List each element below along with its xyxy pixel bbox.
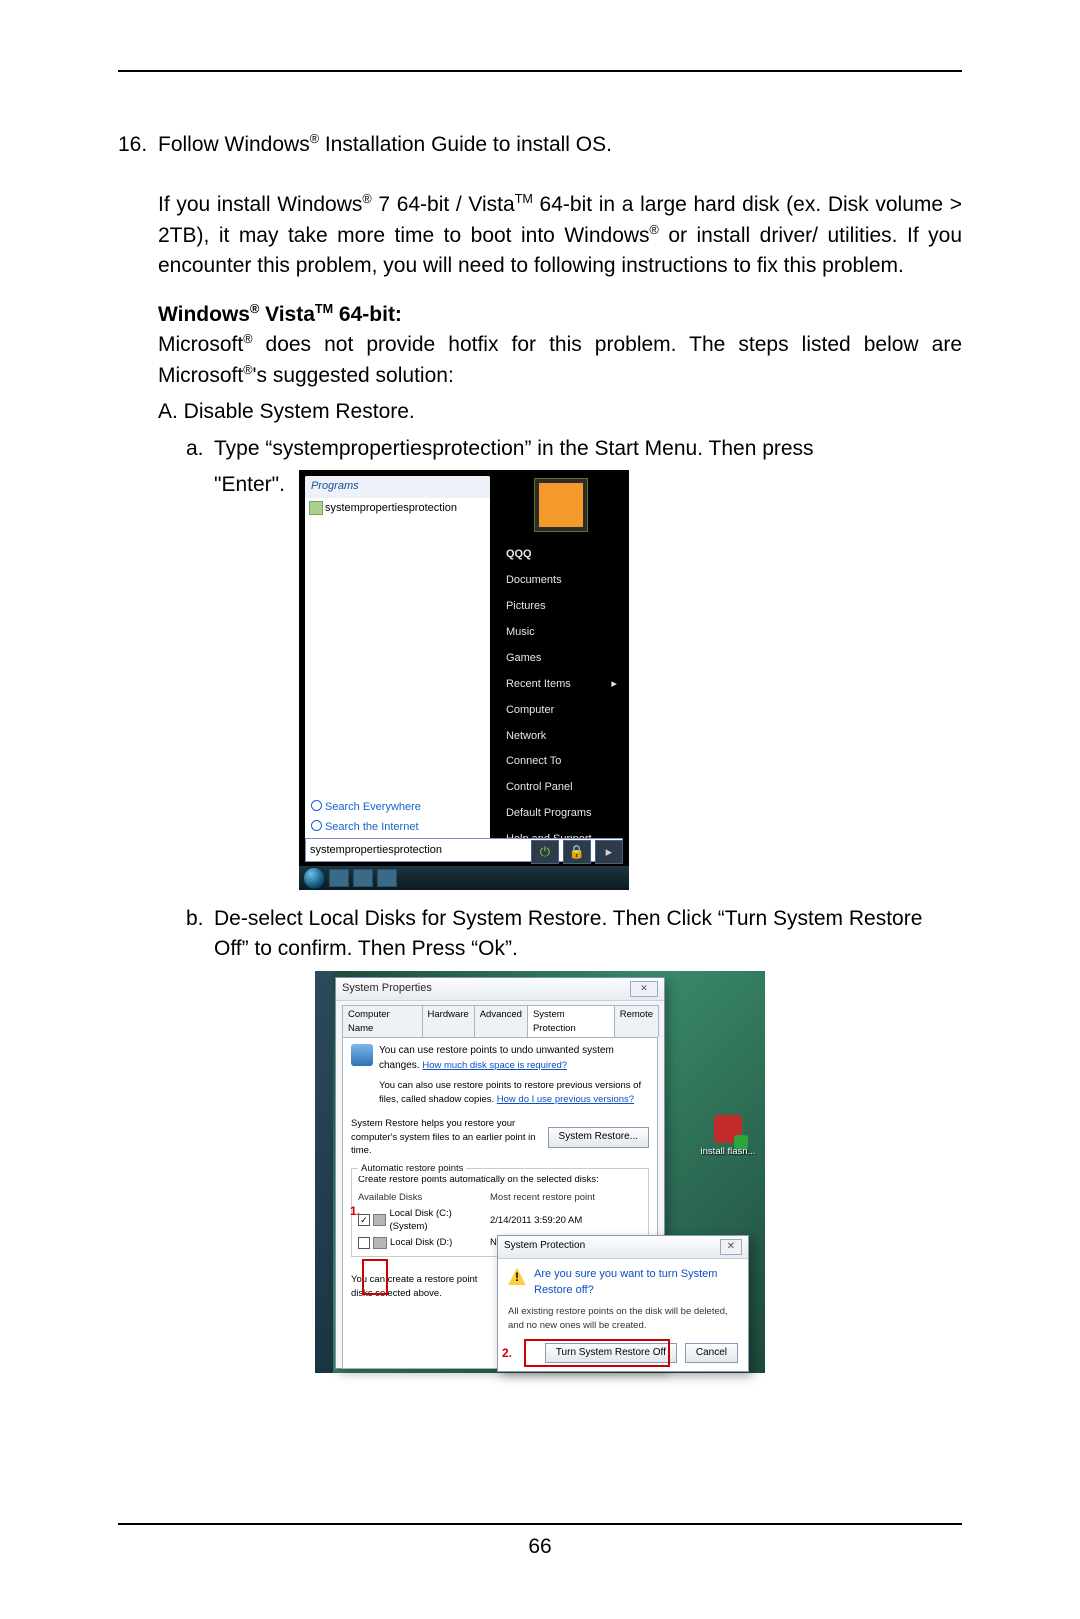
vista-heading: Windows® VistaTM 64-bit: — [158, 300, 962, 330]
user-avatar[interactable] — [534, 478, 588, 532]
lock-button[interactable]: 🔒 — [563, 840, 591, 864]
group-legend: Automatic restore points — [358, 1162, 466, 1176]
menu-pictures[interactable]: Pictures — [500, 594, 623, 620]
system-restore-button[interactable]: System Restore... — [548, 1127, 649, 1148]
step-a-tail-row: "Enter". Programs systempropertiesprotec… — [186, 470, 962, 890]
close-button[interactable]: ✕ — [630, 981, 658, 997]
step-16-text: Follow Windows® Installation Guide to in… — [158, 130, 612, 160]
start-left-column: Programs systempropertiesprotection Sear… — [305, 476, 490, 842]
shield-icon — [309, 501, 323, 515]
taskbar — [299, 866, 629, 890]
confirm-question: Are you sure you want to turn System Res… — [534, 1267, 738, 1299]
step-a-text: Type “systempropertiesprotection” in the… — [214, 434, 962, 464]
tab-advanced[interactable]: Advanced — [474, 1005, 528, 1038]
disk-checkbox[interactable] — [358, 1237, 370, 1249]
menu-documents[interactable]: Documents — [500, 568, 623, 594]
start-orb-icon[interactable] — [303, 867, 325, 889]
top-rule — [118, 70, 962, 72]
tabs: Computer Name Hardware Advanced System P… — [342, 1005, 658, 1038]
search-icon — [311, 800, 322, 811]
disk-icon — [373, 1214, 387, 1226]
close-button[interactable]: ✕ — [720, 1239, 742, 1256]
step-16-number: 16. — [118, 130, 158, 160]
help-link-disk-space[interactable]: How much disk space is required? — [422, 1060, 567, 1071]
chevron-right-icon: ▸ — [611, 677, 617, 693]
callout-2: 2. — [502, 1345, 512, 1362]
power-icon: ⏻ — [540, 843, 550, 862]
menu-connect[interactable]: Connect To — [500, 749, 623, 775]
warning-icon — [508, 1267, 526, 1285]
figure-start-menu: Programs systempropertiesprotection Sear… — [299, 470, 629, 890]
step-16: 16. Follow Windows® Installation Guide t… — [118, 130, 962, 160]
confirm-note: All existing restore points on the disk … — [508, 1305, 738, 1333]
restore-icon — [351, 1044, 373, 1066]
system-properties-window: System Properties ✕ Computer Name Hardwa… — [335, 977, 665, 1369]
vista-body: Microsoft® does not provide hotfix for t… — [158, 330, 962, 391]
chevron-right-icon: ▸ — [606, 843, 613, 862]
step-A: A. Disable System Restore. — [158, 397, 962, 427]
bottom-rule — [118, 1523, 962, 1525]
page-number: 66 — [118, 1535, 962, 1559]
menu-defaultprograms[interactable]: Default Programs — [500, 801, 623, 827]
disk-row: ✓ Local Disk (C:) (System) 2/14/2011 3:5… — [358, 1207, 642, 1235]
enter-word: "Enter". — [214, 470, 285, 500]
taskbar-vertical — [315, 971, 333, 1373]
tab-remote[interactable]: Remote — [614, 1005, 659, 1038]
desktop-shortcut-install[interactable]: install flash... — [697, 1115, 759, 1159]
program-item[interactable]: systempropertiesprotection — [305, 498, 490, 520]
step-a-label: a. — [186, 434, 214, 464]
figure-system-properties: install flash... System Properties ✕ Com… — [315, 971, 765, 1373]
lock-icon: 🔒 — [569, 843, 585, 862]
reg-mark: ® — [310, 132, 319, 146]
search-everywhere[interactable]: Search Everywhere — [311, 798, 484, 818]
taskbar-icon[interactable] — [353, 869, 373, 887]
menu-computer[interactable]: Computer — [500, 698, 623, 724]
cancel-button[interactable]: Cancel — [685, 1343, 738, 1364]
step-b-label: b. — [186, 904, 214, 965]
menu-games[interactable]: Games — [500, 646, 623, 672]
disk-checkbox[interactable]: ✓ — [358, 1214, 370, 1226]
disk-header: Available Disks Most recent restore poin… — [358, 1191, 642, 1205]
step-a: a. Type “systempropertiesprotection” in … — [186, 434, 962, 464]
tab-computer-name[interactable]: Computer Name — [342, 1005, 423, 1038]
confirm-titlebar: System Protection ✕ — [498, 1236, 748, 1260]
shutdown-options-button[interactable]: ▸ — [595, 840, 623, 864]
tab-body: You can use restore points to undo unwan… — [342, 1037, 658, 1369]
menu-recent[interactable]: Recent Items▸ — [500, 672, 623, 698]
installer-icon — [714, 1115, 742, 1143]
window-titlebar: System Properties ✕ — [336, 978, 664, 1001]
window-title: System Properties — [342, 981, 432, 997]
callout-box-2 — [524, 1339, 670, 1367]
step-b: b. De-select Local Disks for System Rest… — [186, 904, 962, 965]
menu-network[interactable]: Network — [500, 724, 623, 750]
search-icon — [311, 820, 322, 831]
disk-icon — [373, 1237, 387, 1249]
power-button[interactable]: ⏻ — [531, 840, 559, 864]
callout-box-1 — [362, 1259, 388, 1295]
menu-music[interactable]: Music — [500, 620, 623, 646]
restore-help-text: System Restore helps you restore your co… — [351, 1117, 540, 1158]
intro-paragraph: If you install Windows® 7 64-bit / Vista… — [158, 190, 962, 281]
tab-hardware[interactable]: Hardware — [422, 1005, 475, 1038]
help-link-previous-versions[interactable]: How do I use previous versions? — [497, 1094, 634, 1105]
step-b-text: De-select Local Disks for System Restore… — [214, 904, 962, 965]
footer: 66 — [118, 1523, 962, 1559]
menu-controlpanel[interactable]: Control Panel — [500, 775, 623, 801]
tab-system-protection[interactable]: System Protection — [527, 1005, 615, 1038]
user-name[interactable]: QQQ — [500, 542, 623, 568]
search-internet[interactable]: Search the Internet — [311, 818, 484, 838]
taskbar-icon[interactable] — [329, 869, 349, 887]
confirm-dialog: System Protection ✕ Are you sure you wan… — [497, 1235, 749, 1372]
programs-header: Programs — [305, 476, 490, 498]
start-right-column: QQQ Documents Pictures Music Games Recen… — [500, 476, 623, 842]
taskbar-icon[interactable] — [377, 869, 397, 887]
